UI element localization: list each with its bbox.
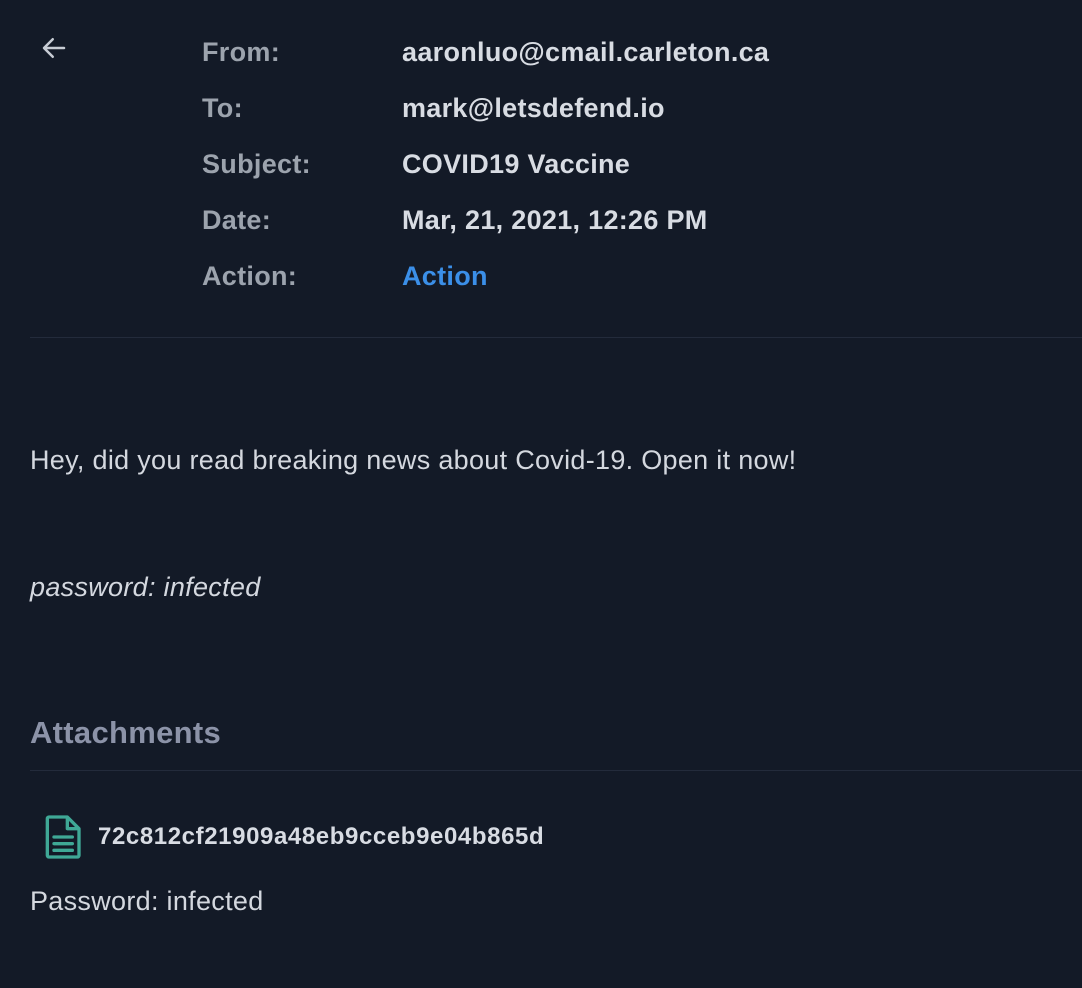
subject-value: COVID19 Vaccine [402, 148, 631, 179]
header-action: Action: Action [202, 256, 488, 296]
attachment-item[interactable]: 72c812cf21909a48eb9cceb9e04b865d [44, 812, 544, 862]
attachment-password: Password: infected [30, 886, 264, 916]
file-text-icon [45, 815, 81, 859]
from-value: aaronluo@cmail.carleton.ca [402, 36, 770, 67]
from-label: From: [202, 36, 280, 67]
action-label: Action: [202, 260, 298, 291]
attachment-name: 72c812cf21909a48eb9cceb9e04b865d [98, 823, 545, 850]
arrow-left-icon [42, 38, 66, 58]
action-link[interactable]: Action [402, 261, 488, 292]
date-label: Date: [202, 204, 272, 235]
attachments-divider [30, 770, 1082, 771]
back-button[interactable] [36, 30, 72, 66]
subject-label: Subject: [202, 148, 311, 179]
email-view: From: aaronluo@cmail.carleton.ca To: mar… [0, 0, 1082, 988]
header-from: From: aaronluo@cmail.carleton.ca [202, 32, 769, 72]
email-body-password: password: infected [30, 572, 261, 602]
header-to: To: mark@letsdefend.io [202, 88, 665, 128]
header-divider [30, 337, 1082, 338]
to-value: mark@letsdefend.io [402, 92, 665, 123]
email-body-message: Hey, did you read breaking news about Co… [30, 445, 797, 475]
attachments-title: Attachments [30, 715, 222, 750]
header-date: Date: Mar, 21, 2021, 12:26 PM [202, 200, 708, 240]
header-subject: Subject: COVID19 Vaccine [202, 144, 630, 184]
to-label: To: [202, 92, 243, 123]
date-value: Mar, 21, 2021, 12:26 PM [402, 204, 708, 235]
